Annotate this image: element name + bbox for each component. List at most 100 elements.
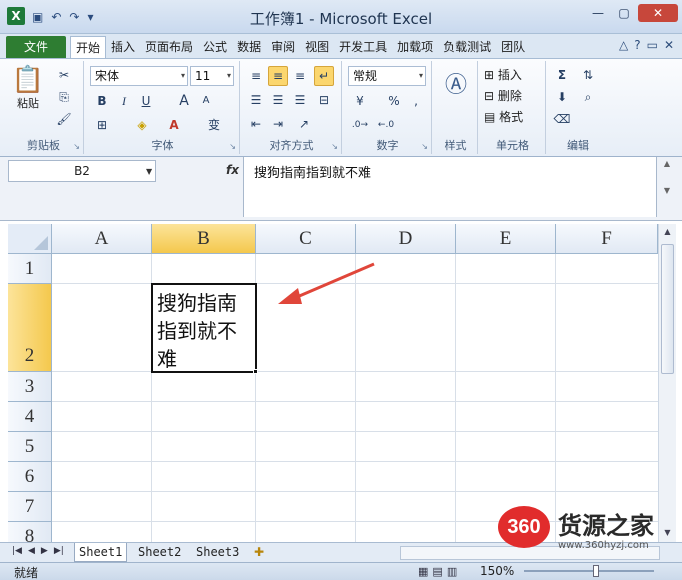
wrap-text-icon[interactable]: ↵ <box>314 66 334 86</box>
clipboard-icon: 📋 <box>11 65 45 95</box>
clipboard-launcher-icon[interactable]: ↘ <box>73 142 80 151</box>
font-name-combo[interactable]: 宋体 ▾ <box>90 66 188 86</box>
watermark-url: www.360hyzj.com <box>558 540 649 551</box>
tab-addins[interactable]: 加载项 <box>392 36 438 58</box>
scroll-up-icon[interactable]: ▲ <box>659 227 676 236</box>
tab-home[interactable]: 开始 <box>70 36 107 58</box>
name-box-dropdown-icon[interactable]: ▼ <box>146 167 152 176</box>
align-right-icon[interactable]: ☰ <box>290 90 310 110</box>
format-cells-button[interactable]: ▤ 格式 <box>484 107 523 127</box>
clear-icon[interactable]: ⌫ <box>552 109 572 129</box>
increase-indent-icon[interactable]: ⇥ <box>268 114 288 134</box>
page-layout-view-icon[interactable]: ▤ <box>432 565 442 578</box>
zoom-slider-knob[interactable] <box>593 565 599 577</box>
minimize-icon[interactable]: — <box>586 4 610 22</box>
find-select-icon[interactable]: ⌕ <box>578 87 598 107</box>
sheet-tab-2[interactable]: Sheet2 <box>134 543 185 562</box>
insert-cells-button[interactable]: ⊞ 插入 <box>484 65 522 85</box>
align-bottom-icon[interactable]: ≡ <box>290 66 310 86</box>
underline-button[interactable]: U <box>136 91 156 111</box>
clipboard-group: 📋 粘贴 ✂ ⎘ 🖌 剪贴板 ↘ <box>4 61 84 154</box>
bold-button[interactable]: B <box>92 91 112 111</box>
styles-button[interactable]: Ⓐ <box>436 67 476 99</box>
tab-formulas[interactable]: 公式 <box>198 36 232 58</box>
name-box[interactable]: B2 <box>8 160 156 182</box>
annotation-arrow <box>278 262 375 304</box>
close-icon[interactable]: ✕ <box>638 4 678 22</box>
zoom-slider[interactable] <box>524 570 654 572</box>
decrease-decimal-icon[interactable]: ←.0 <box>376 115 396 135</box>
sort-filter-icon[interactable]: ⇅ <box>578 65 598 85</box>
insert-sheet-icon[interactable]: ✚ <box>254 545 264 559</box>
comma-style-icon[interactable]: , <box>406 91 426 111</box>
cells-label: 单元格 <box>496 139 529 152</box>
align-center-icon[interactable]: ☰ <box>268 90 288 110</box>
font-size-combo[interactable]: 11 ▾ <box>190 66 234 86</box>
delete-cells-icon: ⊟ <box>484 89 495 103</box>
ribbon-controls: △ ? ▭ ✕ <box>619 38 674 52</box>
increase-decimal-icon[interactable]: .0→ <box>350 115 370 135</box>
normal-view-icon[interactable]: ▦ <box>418 565 428 578</box>
file-tab[interactable]: 文件 <box>6 36 66 58</box>
ribbon-tabs: 开始 插入 页面布局 公式 数据 审阅 视图 开发工具 加载项 负载测试 团队 <box>70 36 530 58</box>
sheet-tab-1[interactable]: Sheet1 <box>74 543 128 562</box>
formula-bar: B2 ▼ fx 搜狗指南指到就不难 ▲ ▼ <box>0 157 682 221</box>
merge-center-icon[interactable]: ⊟ <box>314 90 334 110</box>
alignment-launcher-icon[interactable]: ↘ <box>331 142 338 151</box>
minimize-ribbon-icon[interactable]: △ <box>619 38 628 52</box>
tab-developer[interactable]: 开发工具 <box>334 36 392 58</box>
window-controls: — ▢ ✕ <box>586 4 678 22</box>
font-label: 字体 <box>151 139 174 152</box>
number-format-combo[interactable]: 常规 ▾ <box>348 66 426 86</box>
sheet-tab-3[interactable]: Sheet3 <box>192 543 243 562</box>
align-middle-icon[interactable]: ≡ <box>268 66 288 86</box>
copy-icon[interactable]: ⎘ <box>54 87 74 107</box>
tab-load-test[interactable]: 负载测试 <box>438 36 496 58</box>
formula-input[interactable]: 搜狗指南指到就不难 <box>243 157 657 217</box>
vertical-scrollbar[interactable]: ▲ ▼ <box>658 224 676 542</box>
next-sheet-icon[interactable]: ▶ <box>41 546 48 556</box>
decrease-indent-icon[interactable]: ⇤ <box>246 114 266 134</box>
tab-review[interactable]: 审阅 <box>266 36 300 58</box>
delete-cells-button[interactable]: ⊟ 删除 <box>484 86 522 106</box>
tab-page-layout[interactable]: 页面布局 <box>140 36 198 58</box>
fill-icon[interactable]: ⬇ <box>552 87 572 107</box>
maximize-icon[interactable]: ▢ <box>612 4 636 22</box>
zoom-level[interactable]: 150% <box>480 564 514 578</box>
insert-function-button[interactable]: fx <box>226 163 239 177</box>
orientation-icon[interactable]: ↗ <box>294 114 314 134</box>
grow-font-button[interactable]: A <box>174 91 194 111</box>
prev-sheet-icon[interactable]: ◀ <box>28 546 35 556</box>
phonetic-button[interactable]: 变 <box>204 115 224 135</box>
tab-view[interactable]: 视图 <box>300 36 334 58</box>
align-left-icon[interactable]: ☰ <box>246 90 266 110</box>
status-bar: 就绪 ▦ ▤ ▥ 150% <box>0 562 682 580</box>
tab-data[interactable]: 数据 <box>232 36 266 58</box>
sheet-nav: |◀ ◀ ▶ ▶| <box>12 546 64 556</box>
help-icon[interactable]: ? <box>634 38 640 52</box>
formula-bar-scroll[interactable]: ▲ ▼ <box>659 159 675 215</box>
format-painter-icon[interactable]: 🖌 <box>54 109 74 129</box>
page-break-view-icon[interactable]: ▥ <box>447 565 457 578</box>
number-launcher-icon[interactable]: ↘ <box>421 142 428 151</box>
last-sheet-icon[interactable]: ▶| <box>54 546 64 556</box>
vertical-scroll-thumb[interactable] <box>661 244 674 374</box>
font-color-icon[interactable]: A <box>164 115 184 135</box>
autosum-button[interactable]: Σ <box>552 65 572 85</box>
currency-icon[interactable]: ¥ <box>350 91 370 111</box>
tab-insert[interactable]: 插入 <box>106 36 140 58</box>
cut-icon[interactable]: ✂ <box>54 65 74 85</box>
percent-button[interactable]: % <box>384 91 404 111</box>
fill-color-icon[interactable]: ◈ <box>132 115 152 135</box>
shrink-font-button[interactable]: A <box>196 91 216 111</box>
restore-window-icon[interactable]: ▭ <box>647 38 658 52</box>
align-top-icon[interactable]: ≡ <box>246 66 266 86</box>
paste-button[interactable]: 📋 粘贴 <box>10 65 46 111</box>
borders-icon[interactable]: ⊞ <box>92 115 112 135</box>
italic-button[interactable]: I <box>114 91 134 111</box>
tab-team[interactable]: 团队 <box>496 36 530 58</box>
font-launcher-icon[interactable]: ↘ <box>229 142 236 151</box>
first-sheet-icon[interactable]: |◀ <box>12 546 22 556</box>
close-workbook-icon[interactable]: ✕ <box>664 38 674 52</box>
watermark: 360 货源之家 www.360hyzj.com <box>498 506 680 556</box>
